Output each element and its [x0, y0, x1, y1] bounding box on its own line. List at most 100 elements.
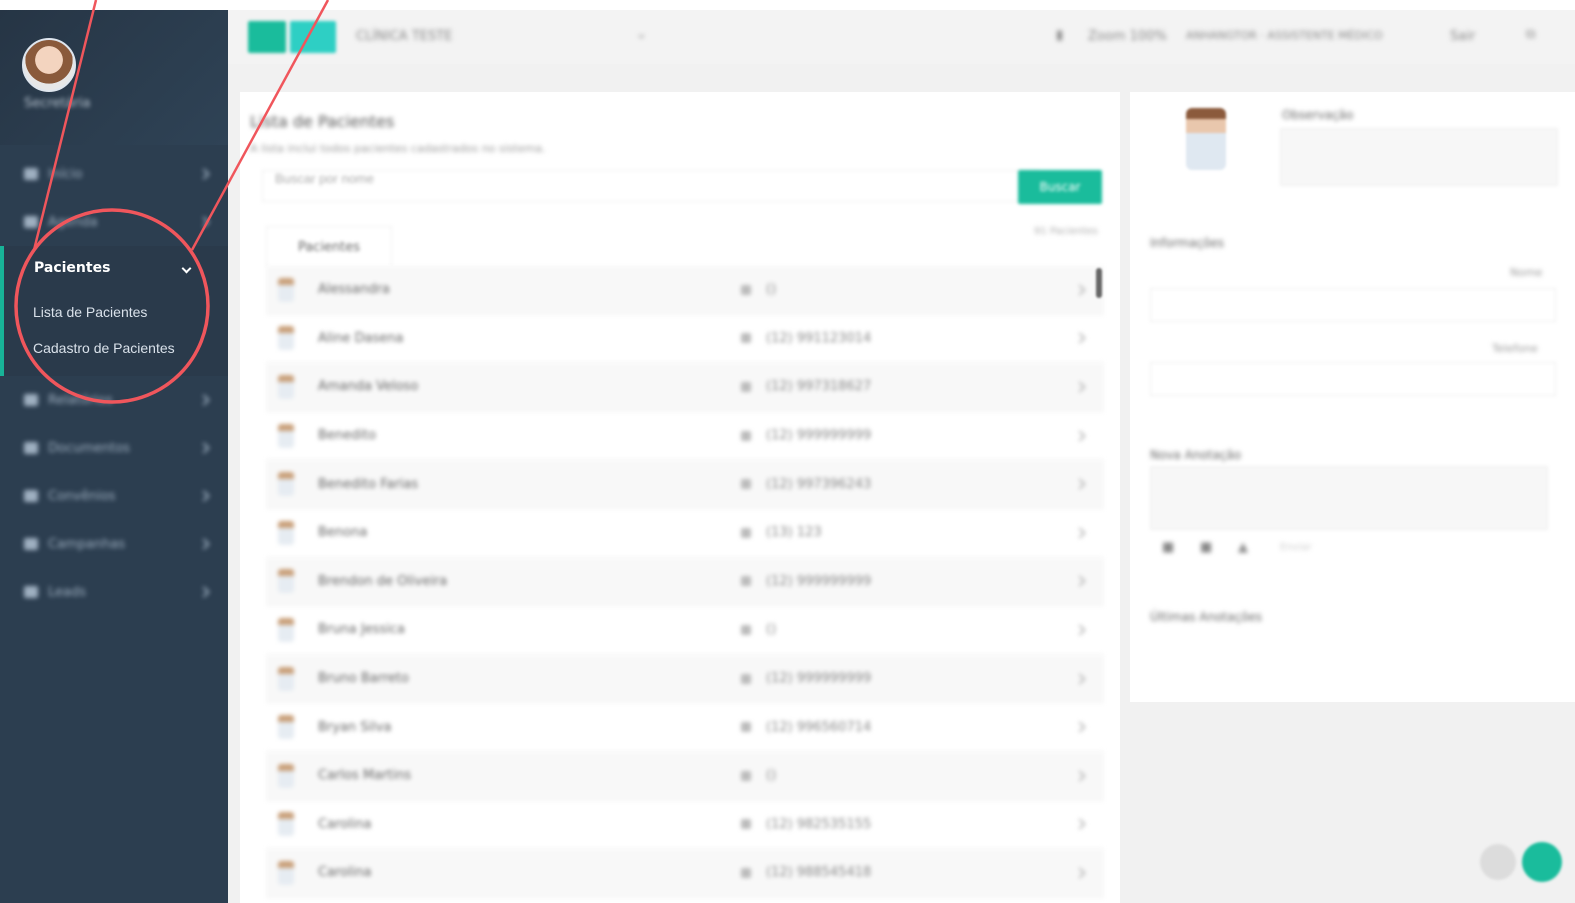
- card-icon: [24, 490, 38, 502]
- table-row[interactable]: Carolina (12) 982535155: [266, 801, 1104, 850]
- patient-avatar-icon: [278, 666, 294, 691]
- patient-name: Bruna Jessica: [318, 622, 405, 638]
- search-input[interactable]: Buscar por nome: [262, 170, 1038, 202]
- sidebar-item-documentos[interactable]: Documentos: [0, 424, 228, 472]
- sidebar-item-relatorios[interactable]: Relatórios: [0, 376, 228, 424]
- sidebar: Secretária Início Agenda Pacientes Lista…: [0, 10, 228, 903]
- sidebar-item-label: Documentos: [48, 440, 131, 456]
- main-area: CLÍNICA TESTE ⌄ ▮ Zoom 100% ANHANGTOR · …: [228, 10, 1575, 903]
- table-row[interactable]: Bruna Jessica (): [266, 606, 1104, 655]
- table-row[interactable]: Benedito Farias (12) 997396243: [266, 460, 1104, 509]
- patient-details-panel: Observação Informações Nome Telefone Nov…: [1130, 92, 1575, 702]
- chevron-right-icon: [1074, 527, 1086, 539]
- info-label: Informações: [1150, 236, 1225, 250]
- sidebar-item-convenios[interactable]: Convênios: [0, 472, 228, 520]
- sidebar-item-label: Campanhas: [48, 536, 126, 552]
- chevron-right-icon: [198, 394, 210, 406]
- patient-phone: (12) 999999999: [766, 671, 872, 687]
- add-button[interactable]: [248, 21, 286, 53]
- toggle-button[interactable]: [290, 21, 336, 53]
- sidebar-item-leads[interactable]: Leads: [0, 568, 228, 616]
- patient-name: Benedito: [318, 428, 377, 444]
- table-row[interactable]: Bruno Barreto (12) 999999999: [266, 654, 1104, 704]
- patient-phone: (12) 999999999: [766, 573, 872, 589]
- patient-avatar-icon: [278, 520, 294, 545]
- observation-label: Observação: [1282, 108, 1354, 122]
- table-row[interactable]: Benona (13) 123: [266, 509, 1104, 558]
- patient-phone: (12) 999999999: [766, 428, 872, 444]
- chevron-right-icon: [1074, 867, 1086, 879]
- search-button[interactable]: Buscar: [1018, 170, 1102, 204]
- name-label: Nome: [1510, 266, 1543, 279]
- chevron-down-icon: ⌄: [636, 27, 647, 42]
- help-fab[interactable]: [1522, 842, 1562, 882]
- chat-fab[interactable]: [1480, 844, 1516, 880]
- chevron-right-icon: [1074, 624, 1086, 636]
- patient-name: Alessandra: [318, 282, 390, 298]
- sidebar-item-label: Agenda: [48, 214, 98, 230]
- profile-name: Secretária: [24, 96, 91, 111]
- phone-label: Telefone: [1492, 342, 1538, 355]
- patient-name: Aline Dasena: [318, 330, 404, 346]
- patient-phone: (12) 982535155: [766, 816, 872, 832]
- send-note-button[interactable]: Enviar: [1280, 542, 1312, 553]
- list-scrollbar[interactable]: [1096, 268, 1102, 298]
- sidebar-item-label: Leads: [48, 584, 87, 600]
- tab-label: Pacientes: [297, 239, 361, 255]
- zoom-label[interactable]: Zoom 100%: [1088, 29, 1167, 44]
- sidebar-submenu-pacientes: Lista de Pacientes Cadastro de Pacientes: [0, 290, 228, 376]
- external-link-icon[interactable]: ⧉: [1526, 27, 1535, 42]
- name-field[interactable]: [1150, 288, 1556, 322]
- table-row[interactable]: Aline Dasena (12) 991123014: [266, 315, 1104, 364]
- table-row[interactable]: Amanda Veloso (12) 997318627: [266, 363, 1104, 412]
- patient-name: Carolina: [318, 816, 372, 832]
- avatar[interactable]: [22, 38, 76, 92]
- sidebar-item-inicio[interactable]: Início: [0, 150, 228, 198]
- sidebar-item-agenda[interactable]: Agenda: [0, 198, 228, 246]
- image-icon[interactable]: ■: [1200, 540, 1212, 555]
- sidebar-item-label: Convênios: [48, 488, 116, 504]
- table-row[interactable]: Alessandra (): [266, 266, 1104, 315]
- logout-link[interactable]: Sair: [1450, 29, 1475, 44]
- table-row[interactable]: Bryan Silva (12) 996560714: [266, 703, 1104, 752]
- phone-field[interactable]: [1150, 362, 1556, 396]
- patient-phone: (13) 123: [766, 525, 822, 541]
- new-note-textarea[interactable]: [1150, 466, 1548, 530]
- document-icon: [24, 442, 38, 454]
- table-row[interactable]: Brendon de Oliveira (12) 999999999: [266, 557, 1104, 607]
- sidebar-item-pacientes[interactable]: Pacientes: [0, 246, 228, 290]
- clinic-select[interactable]: CLÍNICA TESTE: [356, 29, 452, 44]
- submenu-lista-de-pacientes[interactable]: Lista de Pacientes: [4, 294, 228, 330]
- chart-icon: [24, 394, 38, 406]
- patient-phone: (12) 997396243: [766, 476, 872, 492]
- patient-name: Benona: [318, 525, 368, 541]
- patient-avatar-icon: [278, 812, 294, 837]
- patient-list-panel: Lista de Pacientes A lista inclui todos …: [240, 92, 1120, 903]
- tab-pacientes[interactable]: Pacientes: [266, 226, 392, 267]
- table-row[interactable]: Benedito (12) 999999999: [266, 412, 1104, 461]
- phone-icon: [741, 527, 751, 538]
- phone-icon: [741, 479, 751, 490]
- phone-icon: [741, 770, 751, 781]
- sidebar-item-campanhas[interactable]: Campanhas: [0, 520, 228, 568]
- sidebar-item-label: Início: [48, 166, 83, 182]
- table-row[interactable]: Carolina (12) 988545418: [266, 849, 1104, 898]
- patient-avatar-icon: [278, 423, 294, 448]
- patient-name: Carlos Martins: [318, 768, 412, 784]
- phone-icon: [741, 819, 751, 830]
- phone-icon: [741, 867, 751, 878]
- search-button-label: Buscar: [1039, 180, 1081, 194]
- observation-textarea[interactable]: [1280, 128, 1558, 186]
- bold-icon[interactable]: ■: [1162, 540, 1174, 555]
- patient-name: Bryan Silva: [318, 719, 392, 735]
- patient-avatar-icon: [278, 715, 294, 740]
- user-menu[interactable]: ANHANGTOR · ASSISTENTE MÉDICO: [1186, 29, 1383, 42]
- submenu-cadastro-de-pacientes[interactable]: Cadastro de Pacientes: [4, 330, 228, 366]
- chevron-right-icon: [1074, 672, 1086, 685]
- printer-icon[interactable]: ▮: [1056, 28, 1063, 43]
- table-row[interactable]: Carlos Martins (): [266, 751, 1104, 801]
- phone-icon: [741, 333, 751, 344]
- user-icon[interactable]: ▲: [1238, 540, 1248, 555]
- patient-count: 91 Pacientes: [1034, 226, 1098, 237]
- patient-avatar-icon: [278, 277, 294, 302]
